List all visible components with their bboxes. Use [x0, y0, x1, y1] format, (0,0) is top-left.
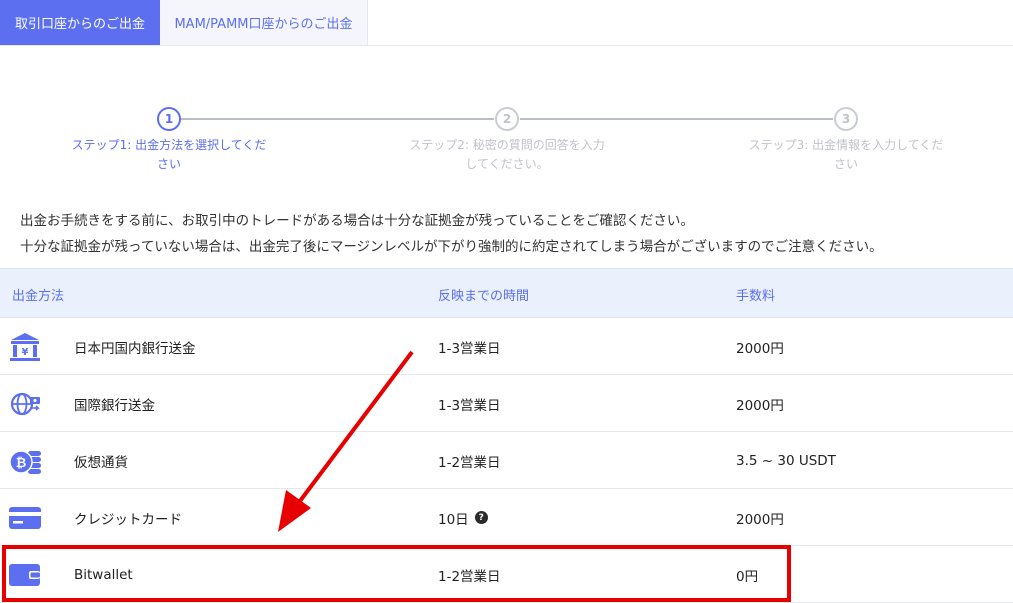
- annotation-arrow: [278, 350, 414, 532]
